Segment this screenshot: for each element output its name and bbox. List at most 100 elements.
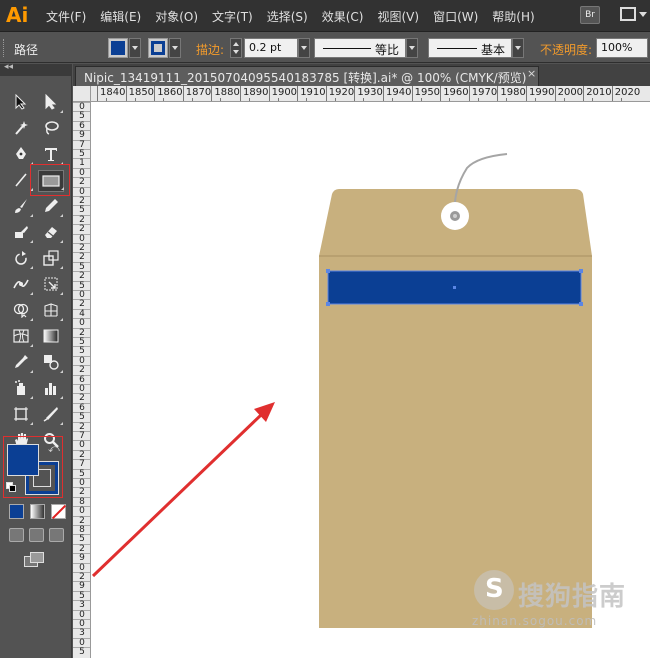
fill-color-box[interactable] [7, 444, 39, 476]
selection-anchor-tl[interactable] [326, 269, 330, 273]
ruler-tick-label: 1850 [125, 86, 155, 101]
mesh-tool-icon[interactable] [10, 328, 33, 348]
default-fill-stroke-icon[interactable] [6, 482, 16, 492]
ruler-tick-label: 1920 [325, 86, 355, 101]
width-tool-icon[interactable] [10, 276, 33, 296]
close-icon[interactable]: × [527, 67, 536, 80]
artboard-canvas[interactable]: 搜狗指南 zhinan.sogou.com [91, 102, 650, 658]
chevron-down-icon[interactable] [169, 38, 181, 58]
gradient-mode-button[interactable] [30, 504, 45, 519]
artboard-tool-icon[interactable] [10, 406, 33, 426]
scale-tool-icon[interactable] [40, 250, 63, 270]
stroke-swatch[interactable] [148, 38, 168, 58]
menu-file[interactable]: 文件(F) [46, 8, 86, 25]
stroke-weight-stepper[interactable] [230, 38, 242, 58]
brush-definition-field[interactable]: 基本 [428, 38, 512, 58]
fill-swatch[interactable] [108, 38, 128, 58]
pen-tool-icon[interactable] [10, 146, 33, 166]
lasso-tool-icon[interactable] [40, 120, 62, 140]
slice-tool-icon[interactable] [40, 406, 63, 426]
type-tool-icon[interactable] [40, 146, 63, 166]
menu-view[interactable]: 视图(V) [377, 8, 419, 25]
app-logo: Ai [6, 3, 29, 27]
eraser-tool-icon[interactable] [40, 224, 63, 244]
opacity-label[interactable]: 不透明度: [540, 41, 592, 58]
none-mode-button[interactable] [51, 504, 66, 519]
gradient-tool-icon[interactable] [40, 328, 62, 348]
panel-grip[interactable] [3, 39, 6, 57]
workspace-switcher-button[interactable] [620, 7, 647, 23]
profile-dropdown[interactable] [406, 38, 418, 58]
ruler-tick-label: 1890 [240, 86, 269, 101]
vertical-ruler[interactable]: 0569751020252202252502402550260265270275… [73, 102, 91, 658]
paintbrush-tool-icon[interactable] [10, 198, 33, 218]
ruler-tick-label: 1880 [211, 86, 240, 101]
ruler-tick-label: 1960 [440, 86, 469, 101]
perspective-grid-tool-icon[interactable] [40, 302, 63, 322]
menu-window[interactable]: 窗口(W) [433, 8, 478, 25]
menu-effect[interactable]: 效果(C) [322, 8, 364, 25]
bridge-button[interactable]: Br [580, 6, 600, 24]
menu-select[interactable]: 选择(S) [267, 8, 308, 25]
ruler-tick-label: 0 [73, 637, 90, 647]
draw-normal-button[interactable] [9, 528, 24, 542]
opacity-input[interactable]: 100% [596, 38, 648, 58]
menu-help[interactable]: 帮助(H) [492, 8, 534, 25]
rotate-tool-icon[interactable] [10, 250, 33, 270]
ruler-tick-label: 6 [73, 120, 90, 130]
envelope-body[interactable] [319, 256, 592, 628]
blend-tool-icon[interactable] [40, 354, 63, 374]
stroke-weight-dropdown[interactable] [298, 38, 310, 58]
ruler-tick-label: 5 [73, 647, 90, 657]
brush-label: 基本 [480, 43, 505, 57]
workspace-icon [620, 7, 636, 21]
horizontal-ruler[interactable]: 1840 1850 1860 1870 1880 1890 1900 1910 1920 1930… [91, 86, 650, 102]
magic-wand-tool-icon[interactable] [10, 120, 32, 140]
ruler-tick-label: 0 [73, 102, 90, 112]
ruler-tick-label: 5 [73, 337, 90, 347]
ruler-tick-label: 1 [73, 158, 90, 168]
stroke-label[interactable]: 描边: [196, 41, 224, 58]
swap-fill-stroke-icon[interactable]: ⤺ [48, 442, 60, 456]
selection-tool-icon[interactable] [10, 93, 32, 114]
blob-brush-tool-icon[interactable] [10, 224, 33, 244]
document-tab[interactable]: Nipic_13419111_20150704095540183785 [转换]… [75, 66, 539, 86]
menu-type[interactable]: 文字(T) [212, 8, 253, 25]
ruler-tick-label: 0 [73, 440, 90, 450]
column-graph-tool-icon[interactable] [40, 380, 63, 400]
stroke-weight-input[interactable]: 0.2 pt [244, 38, 298, 58]
selection-anchor-br[interactable] [579, 302, 583, 306]
draw-behind-button[interactable] [29, 528, 44, 542]
envelope-button-hole [453, 214, 457, 218]
menu-object[interactable]: 对象(O) [155, 8, 198, 25]
ruler-tick-label: 0 [73, 355, 90, 365]
screen-mode-icon-front [30, 552, 44, 563]
chevron-down-icon[interactable] [129, 38, 141, 58]
ruler-tick-label: 2 [73, 515, 90, 525]
ruler-tick-label: 7 [73, 139, 90, 149]
symbol-sprayer-tool-icon[interactable] [10, 380, 33, 400]
ruler-tick-label: 1870 [182, 86, 212, 101]
ruler-origin[interactable] [73, 86, 91, 102]
brush-dropdown[interactable] [512, 38, 524, 58]
stroke-color-chip [151, 41, 165, 55]
selection-anchor-tr[interactable] [579, 269, 583, 273]
menu-edit[interactable]: 编辑(E) [100, 8, 141, 25]
ruler-tick-label: 2 [73, 393, 90, 403]
ruler-tick-label: 2 [73, 327, 90, 337]
direct-selection-tool-icon[interactable] [40, 93, 63, 114]
collapse-panel-icon[interactable]: ◂◂ [4, 62, 13, 72]
free-transform-tool-icon[interactable] [40, 276, 63, 296]
selection-anchor-bl[interactable] [326, 302, 330, 306]
color-mode-button[interactable] [9, 504, 24, 519]
ruler-tick-label: 2 [73, 214, 90, 224]
pencil-tool-icon[interactable] [40, 198, 63, 218]
variable-width-profile-field[interactable]: 等比 [314, 38, 406, 58]
ruler-tick-label: 2000 [554, 86, 584, 101]
line-segment-tool-icon[interactable] [10, 172, 33, 192]
tools-panel-header[interactable]: ◂◂ [0, 62, 72, 76]
eyedropper-tool-icon[interactable] [10, 354, 33, 374]
draw-inside-button[interactable] [49, 528, 64, 542]
screen-mode-button[interactable] [24, 552, 46, 568]
shape-builder-tool-icon[interactable] [10, 302, 33, 322]
